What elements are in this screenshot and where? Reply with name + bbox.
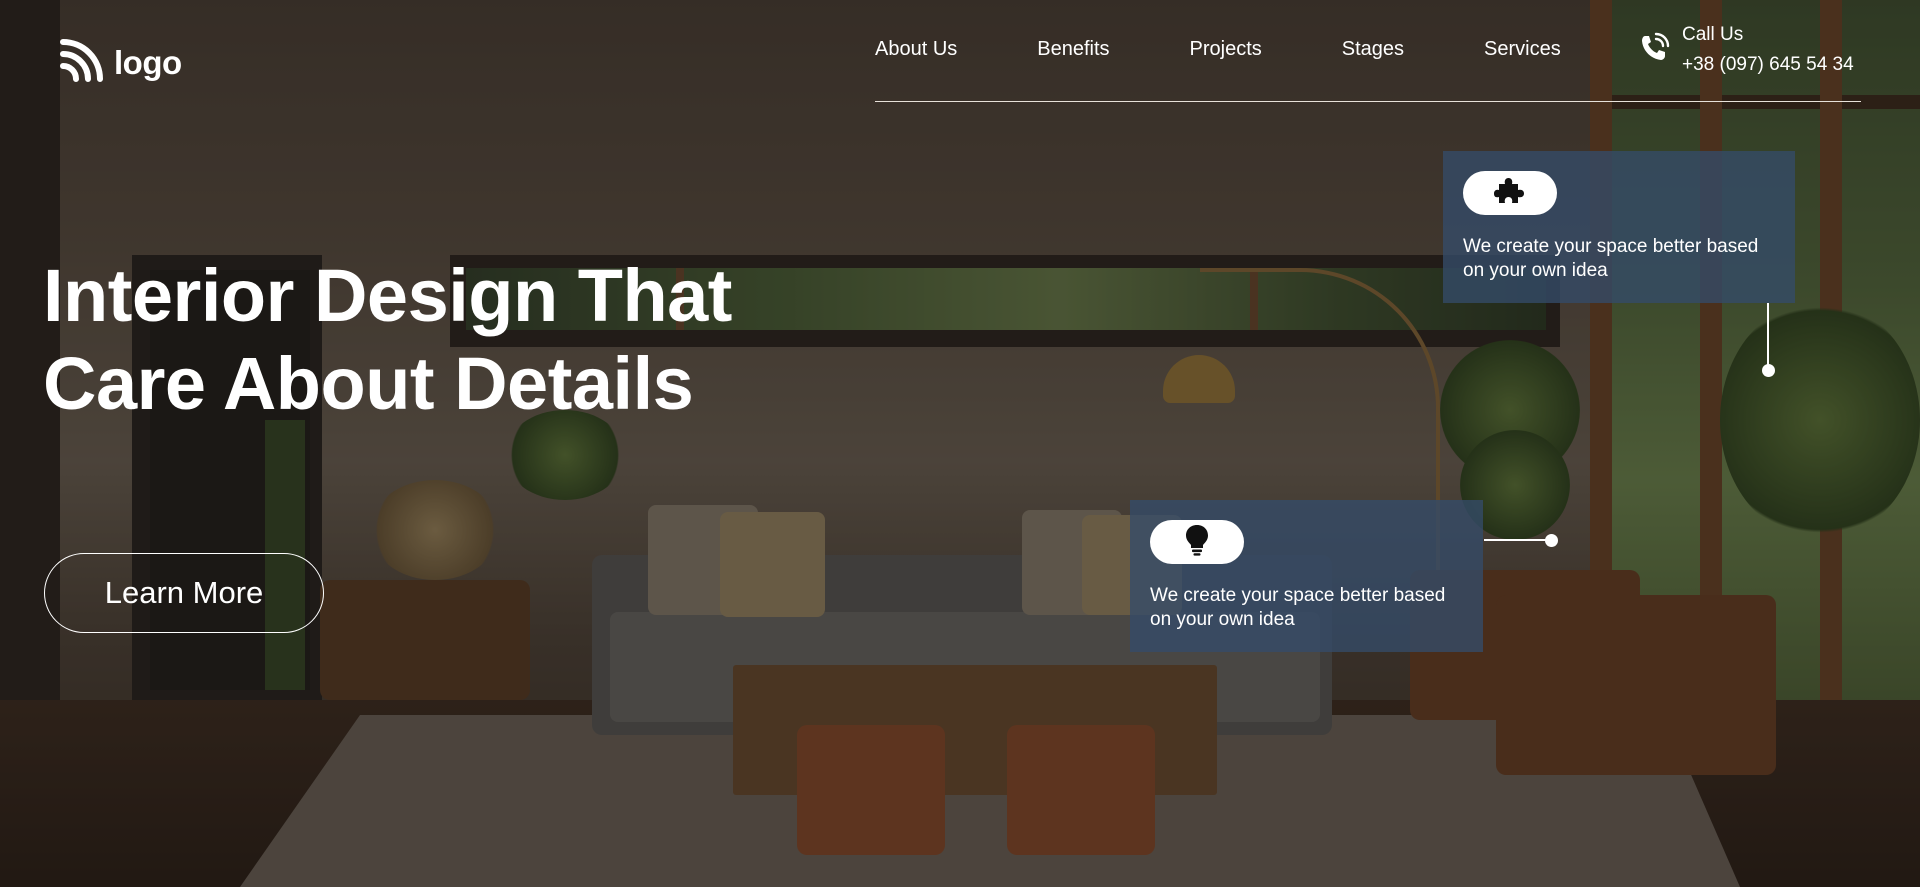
info-card-1-text: We create your space better based on you… [1463,236,1759,281]
nav-divider [875,101,1861,102]
contact-call[interactable]: Call Us +38 (097) 645 54 34 [1636,20,1854,80]
nav-stages[interactable]: Stages [1342,38,1404,61]
puzzle-icon [1493,174,1527,213]
contact-label: Call Us [1682,24,1744,45]
nav-benefits[interactable]: Benefits [1037,38,1109,61]
logo-text: logo [114,44,182,81]
contact-text: Call Us +38 (097) 645 54 34 [1682,20,1854,80]
info-card-1-connector [1767,303,1769,370]
hero-title-line-2: Care About Details [43,342,694,425]
logo-mark-icon [59,38,104,88]
info-card-1: We create your space better based on you… [1443,151,1795,303]
hero-background-image [0,0,1920,887]
info-card-2-text: We create your space better based on you… [1150,585,1446,630]
contact-phone[interactable]: +38 (097) 645 54 34 [1682,50,1854,80]
nav-services[interactable]: Services [1484,38,1561,61]
learn-more-button[interactable]: Learn More [44,553,324,633]
nav-about-us[interactable]: About Us [875,38,957,61]
phone-icon [1636,30,1672,71]
info-card-2-connector [1484,539,1550,541]
nav-projects[interactable]: Projects [1190,38,1262,61]
hero-title: Interior Design That Care About Details [43,252,732,428]
lightbulb-icon [1182,523,1212,562]
info-card-2-hotspot[interactable] [1545,534,1558,547]
info-card-1-icon-pill [1463,171,1557,215]
info-card-2: We create your space better based on you… [1130,500,1483,652]
info-card-1-hotspot[interactable] [1762,364,1775,377]
hero-title-line-1: Interior Design That [43,254,732,337]
main-nav: About Us Benefits Projects Stages Servic… [875,38,1561,61]
info-card-2-icon-pill [1150,520,1244,564]
logo[interactable]: logo [59,38,182,88]
